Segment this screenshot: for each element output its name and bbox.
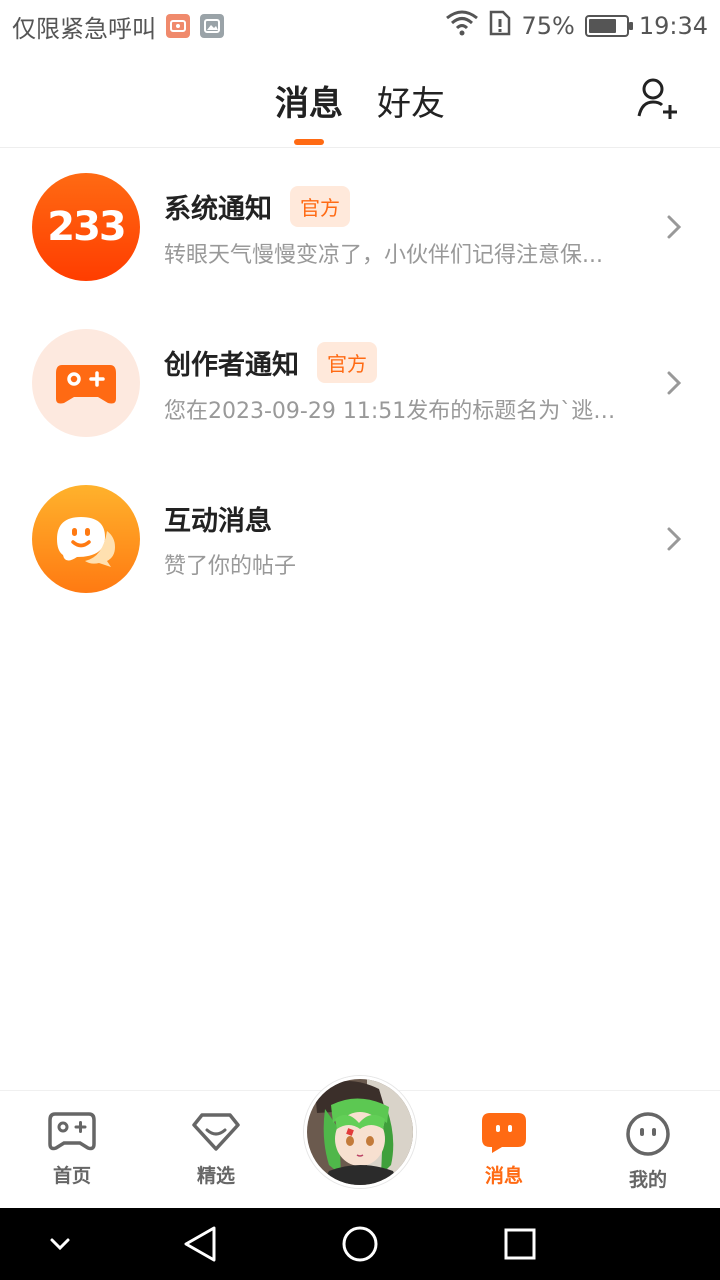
message-item-system[interactable]: 233 系统通知 官方 转眼天气慢慢变凉了，小伙伴们记得注意保...	[0, 149, 720, 305]
center-avatar-button[interactable]	[304, 1076, 416, 1188]
interaction-avatar	[32, 485, 140, 593]
message-preview: 转眼天气慢慢变凉了，小伙伴们记得注意保...	[164, 242, 603, 268]
gamepad-icon	[56, 365, 116, 404]
message-title: 创作者通知	[164, 349, 299, 381]
nav-label: 精选	[196, 1165, 235, 1187]
tab-bar: 消息 好友	[0, 76, 720, 143]
message-list: 233 系统通知 官方 转眼天气慢慢变凉了，小伙伴们记得注意保... 创作者通知…	[0, 149, 720, 617]
chevron-down-icon[interactable]	[48, 1234, 72, 1254]
creator-avatar	[32, 329, 140, 437]
chevron-right-icon	[667, 527, 682, 551]
system-avatar: 233	[32, 173, 140, 281]
battery-percent: 75%	[521, 12, 575, 40]
chevron-right-icon	[667, 371, 682, 395]
screen-record-icon	[166, 14, 190, 38]
face-icon	[626, 1112, 670, 1156]
nav-featured[interactable]: 精选	[156, 1111, 276, 1188]
heart-diamond-icon	[192, 1113, 240, 1151]
gallery-icon	[200, 14, 224, 38]
avatar-logo-text: 233	[47, 204, 126, 250]
nav-label: 我的	[628, 1169, 667, 1191]
chat-face-icon	[57, 517, 115, 567]
recents-icon[interactable]	[502, 1226, 538, 1262]
system-nav-bar	[0, 1208, 720, 1280]
nav-label: 消息	[484, 1165, 523, 1187]
tab-friends[interactable]: 好友	[377, 76, 445, 143]
official-badge: 官方	[290, 185, 350, 227]
clock: 19:34	[638, 12, 708, 40]
gamepad-icon	[48, 1112, 96, 1151]
chat-bubble-icon	[482, 1113, 526, 1153]
nav-profile[interactable]: 我的	[588, 1111, 708, 1192]
message-title: 系统通知	[164, 193, 272, 225]
carrier-text: 仅限紧急呼叫	[12, 14, 156, 43]
message-item-creator[interactable]: 创作者通知 官方 您在2023-09-29 11:51发布的标题名为`逃离...	[0, 305, 720, 461]
chevron-right-icon	[667, 215, 682, 239]
official-badge: 官方	[317, 341, 377, 383]
tab-messages[interactable]: 消息	[275, 76, 343, 143]
message-header: 消息 好友	[0, 52, 720, 148]
message-item-interaction[interactable]: 互动消息 赞了你的帖子	[0, 461, 720, 617]
battery-icon	[584, 15, 633, 37]
nav-messages[interactable]: 消息	[444, 1111, 564, 1188]
message-preview: 您在2023-09-29 11:51发布的标题名为`逃离...	[164, 398, 634, 424]
add-user-icon	[637, 78, 677, 119]
nav-label: 首页	[52, 1165, 91, 1187]
back-icon[interactable]	[182, 1224, 218, 1264]
add-friend-button[interactable]	[636, 76, 680, 120]
anime-avatar-image	[307, 1079, 413, 1185]
nav-home[interactable]: 首页	[12, 1111, 132, 1188]
message-preview: 赞了你的帖子	[164, 553, 297, 579]
sim-alert-icon	[489, 10, 511, 42]
status-bar: 仅限紧急呼叫 75% 19:34	[0, 0, 720, 52]
home-icon[interactable]	[340, 1224, 380, 1264]
message-title: 互动消息	[164, 505, 272, 537]
wifi-icon	[445, 10, 479, 42]
